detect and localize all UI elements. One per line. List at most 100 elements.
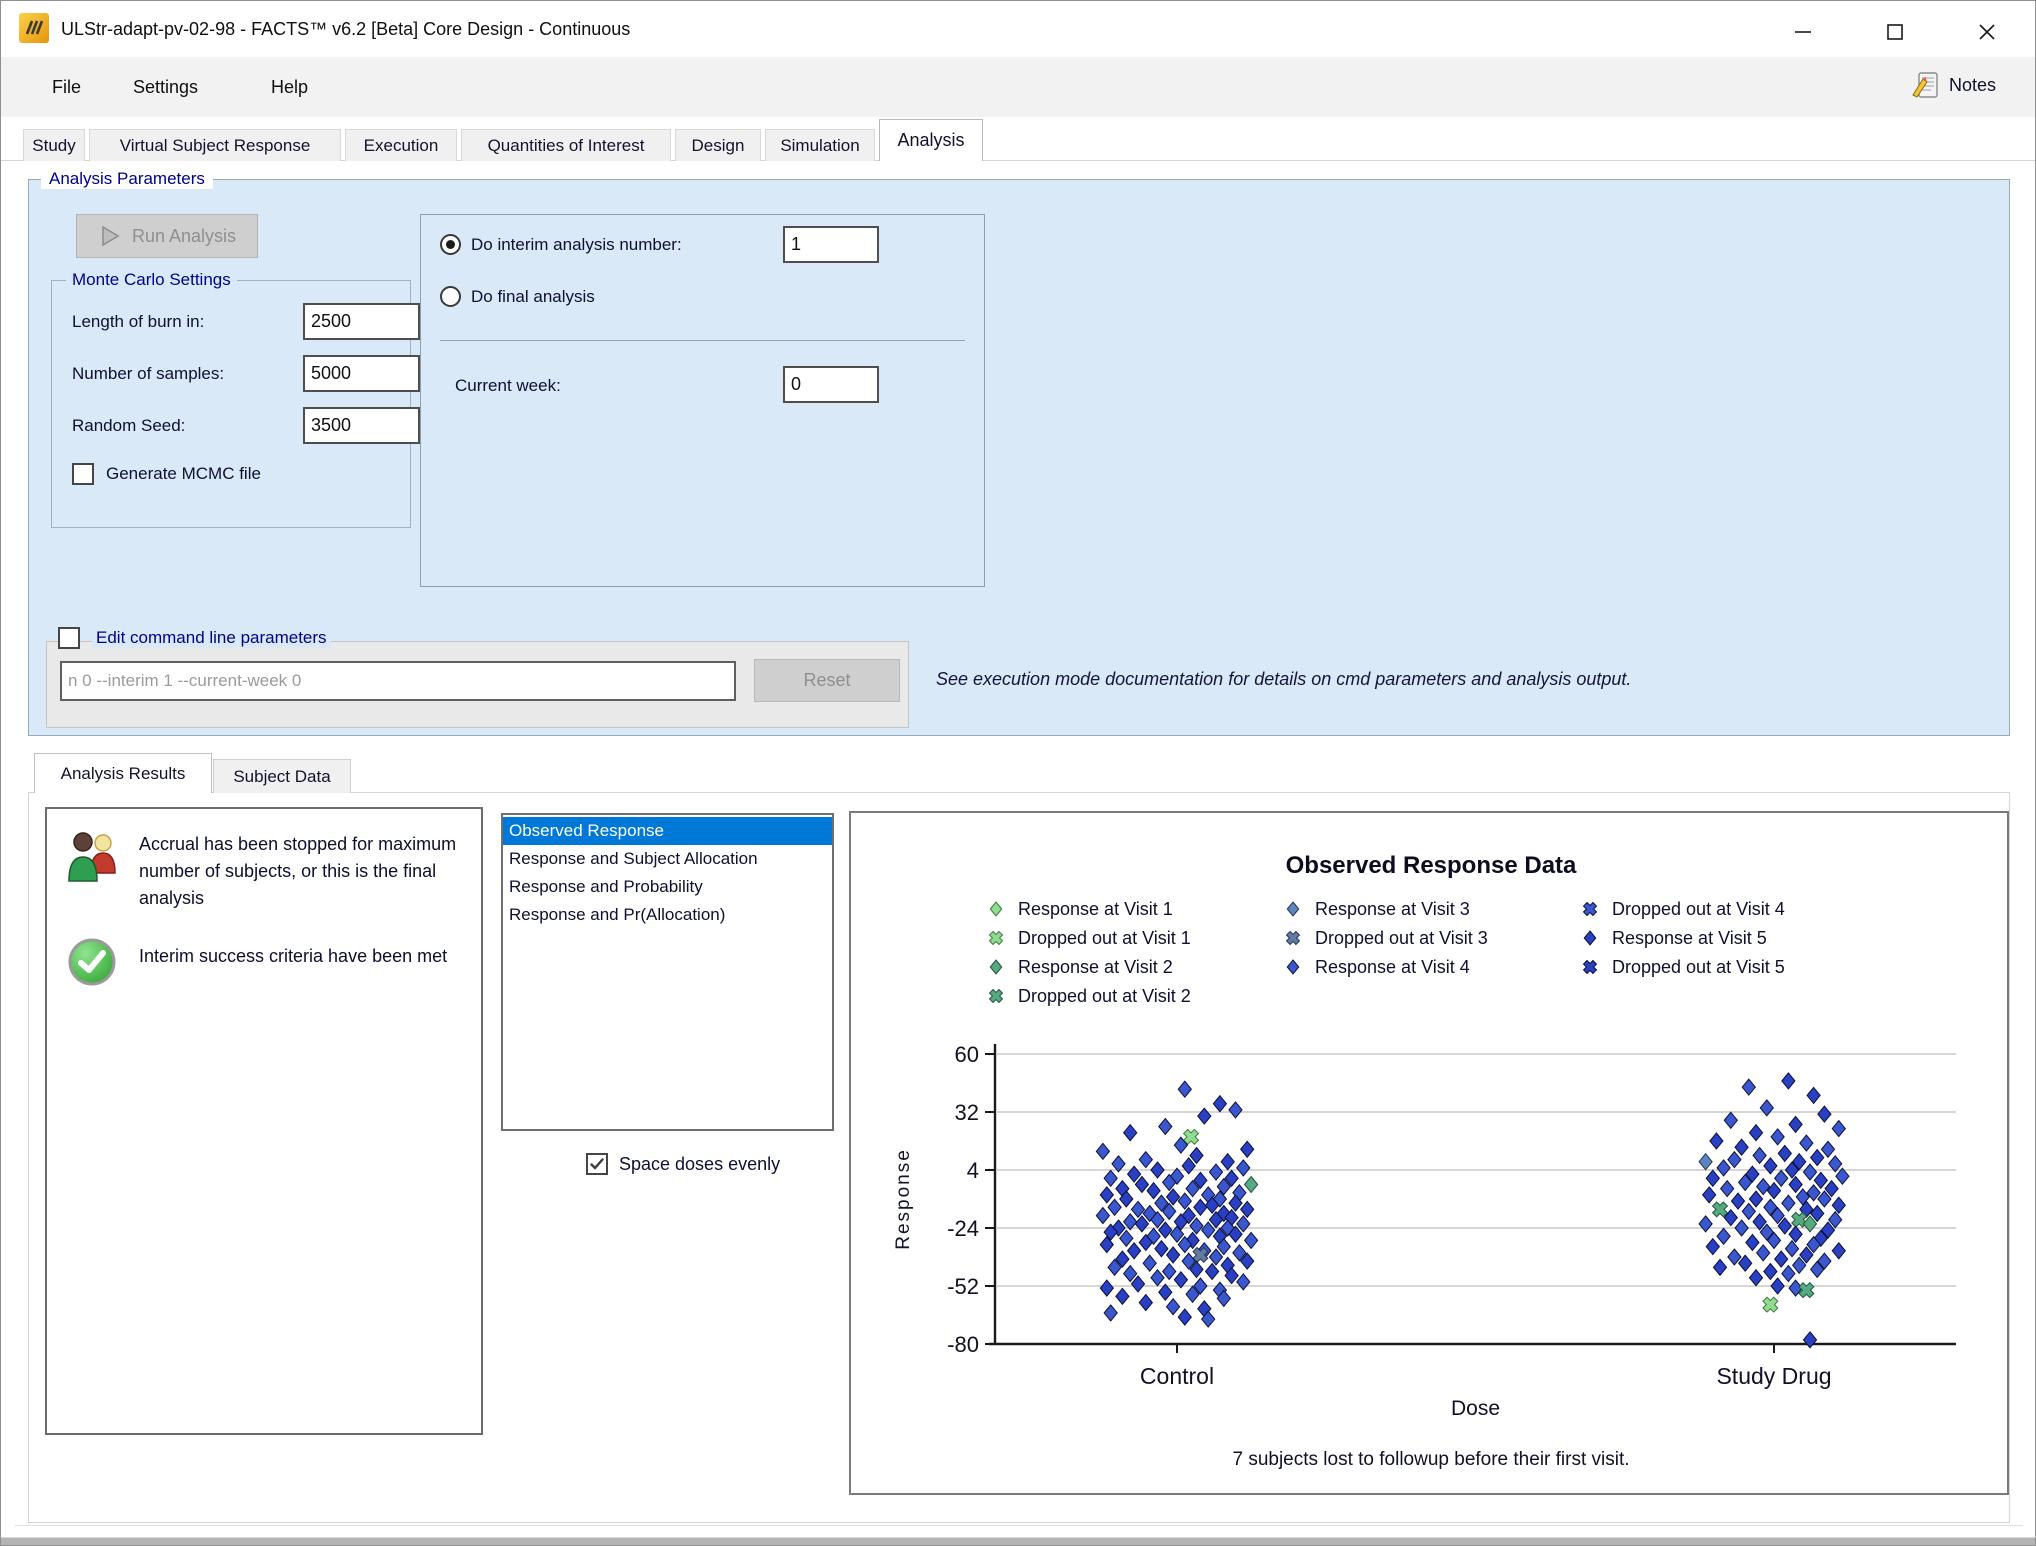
- menu-item-help[interactable]: Help: [269, 73, 310, 102]
- mc-field-input[interactable]: 3500: [303, 407, 420, 444]
- list-item[interactable]: Response and Pr(Allocation): [503, 901, 832, 929]
- legend-label: Dropped out at Visit 4: [1612, 899, 1785, 919]
- run-analysis-button[interactable]: Run Analysis: [76, 214, 258, 258]
- marker-diamond: [1775, 1251, 1788, 1267]
- marker-diamond: [1832, 1197, 1845, 1213]
- marker-diamond: [1163, 1264, 1176, 1280]
- marker-diamond: [1764, 1264, 1777, 1280]
- marker-diamond: [1167, 1299, 1180, 1315]
- maximize-button[interactable]: [1865, 17, 1925, 47]
- marker-diamond: [1735, 1139, 1748, 1155]
- space-doses-label: Space doses evenly: [619, 1154, 780, 1175]
- marker-diamond: [1717, 1228, 1730, 1244]
- marker-diamond: [1147, 1183, 1160, 1199]
- marker-diamond: [1778, 1145, 1791, 1161]
- menu-item-settings[interactable]: Settings: [131, 73, 200, 102]
- marker-diamond: [1096, 1208, 1109, 1224]
- y-tick-label: -24: [947, 1216, 979, 1241]
- notes-button[interactable]: Notes: [1909, 71, 1996, 99]
- marker-diamond: [1757, 1179, 1770, 1195]
- tab-quantities-of-interest[interactable]: Quantities of Interest: [461, 129, 671, 161]
- list-item[interactable]: Response and Subject Allocation: [503, 845, 832, 873]
- marker-diamond: [1731, 1193, 1744, 1209]
- legend-label: Response at Visit 3: [1315, 899, 1470, 919]
- tab-analysis[interactable]: Analysis: [879, 119, 983, 161]
- list-item[interactable]: Observed Response: [503, 817, 832, 845]
- menu-item-file[interactable]: File: [50, 73, 83, 102]
- marker-diamond: [1764, 1158, 1777, 1174]
- marker-diamond: [1100, 1187, 1113, 1203]
- y-axis-title: Response: [893, 1148, 914, 1250]
- x-tick-label: Study Drug: [1716, 1363, 1831, 1389]
- marker-diamond: [1159, 1119, 1172, 1135]
- legend-label: Dropped out at Visit 3: [1315, 928, 1488, 948]
- marker-diamond: [1771, 1129, 1784, 1145]
- marker-diamond: [1287, 902, 1298, 916]
- x-axis-title: Dose: [1451, 1397, 1500, 1420]
- marker-diamond: [1206, 1264, 1219, 1280]
- marker-diamond: [1128, 1243, 1141, 1259]
- interim-number-field[interactable]: 1: [783, 226, 879, 263]
- current-week-field[interactable]: 0: [783, 366, 879, 403]
- accrual-message: Accrual has been stopped for maximum num…: [139, 831, 459, 912]
- marker-diamond: [1807, 1087, 1820, 1103]
- current-week-label: Current week:: [455, 376, 561, 396]
- marker-diamond: [1287, 960, 1298, 974]
- mc-field-input[interactable]: 5000: [303, 355, 420, 392]
- marker-diamond: [1760, 1100, 1773, 1116]
- app-window: ULStr-adapt-pv-02-98 - FACTS™ v6.2 [Beta…: [0, 0, 2036, 1546]
- marker-x: [1760, 1294, 1781, 1315]
- marker-diamond: [1803, 1332, 1816, 1348]
- marker-diamond: [1131, 1201, 1144, 1217]
- legend-label: Response at Visit 4: [1315, 957, 1470, 977]
- marker-diamond: [1749, 1191, 1762, 1207]
- mc-field-row: Random Seed:3500: [72, 407, 402, 444]
- notes-icon: [1909, 71, 1941, 99]
- interim-analysis-radio[interactable]: [440, 234, 461, 255]
- marker-diamond: [1803, 1164, 1816, 1180]
- list-item[interactable]: Response and Probability: [503, 873, 832, 901]
- marker-diamond: [1800, 1135, 1813, 1151]
- marker-diamond: [1710, 1133, 1723, 1149]
- legend-label: Response at Visit 2: [1018, 957, 1173, 977]
- edit-cmd-checkbox[interactable]: [58, 627, 80, 649]
- marker-diamond: [1721, 1181, 1734, 1197]
- tab-subject-data[interactable]: Subject Data: [213, 759, 351, 793]
- space-doses-checkbox[interactable]: Space doses evenly: [586, 1153, 780, 1175]
- marker-diamond: [1229, 1102, 1242, 1118]
- tab-simulation[interactable]: Simulation: [765, 129, 875, 161]
- main-tab-strip: StudyVirtual Subject ResponseExecutionQu…: [1, 117, 2036, 161]
- generate-mcmc-checkbox[interactable]: Generate MCMC file: [72, 463, 261, 485]
- reset-button[interactable]: Reset: [754, 659, 900, 702]
- marker-diamond: [1749, 1270, 1762, 1286]
- marker-diamond: [1775, 1170, 1788, 1186]
- marker-diamond: [1237, 1274, 1250, 1290]
- marker-diamond: [1241, 1201, 1254, 1217]
- tab-virtual-subject-response[interactable]: Virtual Subject Response: [89, 129, 341, 161]
- final-analysis-radio[interactable]: [440, 286, 461, 307]
- marker-diamond: [1789, 1116, 1802, 1132]
- mc-field-label: Random Seed:: [72, 416, 282, 436]
- tab-study[interactable]: Study: [23, 129, 85, 161]
- y-tick-label: -80: [947, 1332, 979, 1357]
- minimize-button[interactable]: [1773, 17, 1833, 47]
- tab-execution[interactable]: Execution: [345, 129, 457, 161]
- marker-diamond: [1703, 1187, 1716, 1203]
- y-tick-label: 4: [967, 1158, 979, 1183]
- cmd-line-field[interactable]: n 0 --interim 1 --current-week 0: [60, 661, 736, 701]
- marker-x: [1284, 929, 1303, 948]
- minimize-icon: [1793, 22, 1813, 42]
- marker-diamond: [1706, 1170, 1719, 1186]
- marker-diamond: [1194, 1199, 1207, 1215]
- marker-diamond: [1151, 1270, 1164, 1286]
- window-bottom-edge: [1, 1537, 2036, 1546]
- mc-field-input[interactable]: 2500: [303, 303, 420, 340]
- tab-analysis-results[interactable]: Analysis Results: [34, 753, 212, 793]
- generate-mcmc-label: Generate MCMC file: [106, 464, 261, 484]
- marker-diamond: [1832, 1121, 1845, 1137]
- marker-diamond: [1811, 1150, 1824, 1166]
- close-icon: [1977, 22, 1997, 42]
- tab-design[interactable]: Design: [675, 129, 761, 161]
- marker-diamond: [1789, 1177, 1802, 1193]
- close-button[interactable]: [1957, 17, 2017, 47]
